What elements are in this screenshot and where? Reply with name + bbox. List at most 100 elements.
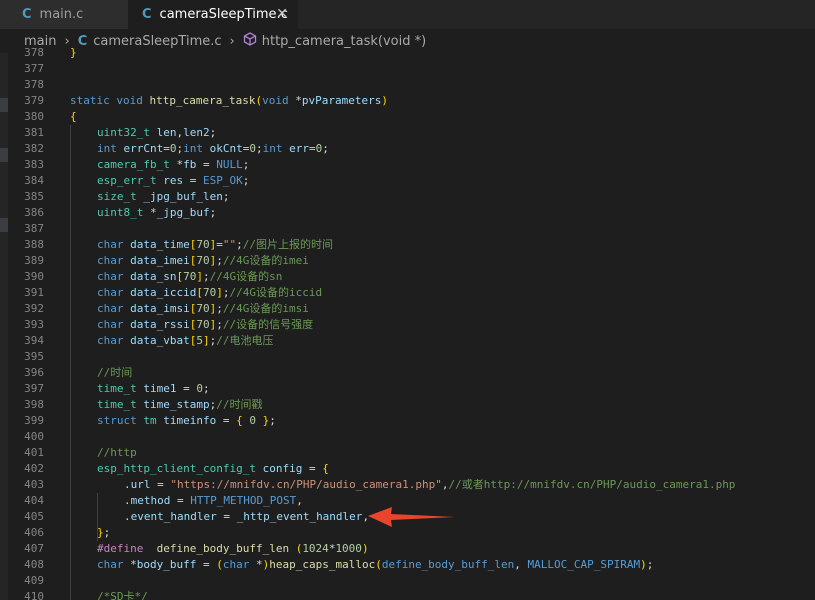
code-line[interactable]: 387: [8, 221, 815, 237]
strip-marker: [0, 218, 8, 232]
code-text: time_t time_stamp;//时间戳: [97, 397, 262, 413]
code-token: {: [70, 110, 77, 123]
code-token: okCnt: [209, 142, 243, 155]
code-line[interactable]: 408 char *body_buff = (char *)heap_caps_m…: [8, 557, 815, 573]
code-line[interactable]: 409: [8, 573, 815, 589]
code-line[interactable]: 377: [8, 61, 815, 77]
code-line[interactable]: 391 char data_iccid[70];//4G设备的iccid: [8, 285, 815, 301]
code-token: define_body_buff_len: [381, 558, 515, 571]
code-line[interactable]: 410 /*SD卡*/: [8, 589, 815, 600]
code-line[interactable]: 402 esp_http_client_config_t config = {: [8, 461, 815, 477]
line-number: 389: [24, 254, 44, 267]
line-number: 381: [24, 126, 44, 139]
code-line[interactable]: 378}: [8, 45, 815, 61]
code-token: ]: [196, 270, 203, 283]
code-token: .: [124, 510, 131, 523]
code-token: http_camera_task: [149, 94, 256, 107]
code-token: 70: [196, 254, 210, 267]
code-line[interactable]: 388 char data_time[70]="";//图片上报的时间: [8, 237, 815, 253]
code-line[interactable]: 407 #define define_body_buff_len (1024*10…: [8, 541, 815, 557]
code-line[interactable]: 390 char data_sn[70];//4G设备的sn: [8, 269, 815, 285]
code-line[interactable]: 398 time_t time_stamp;//时间戳: [8, 397, 815, 413]
line-number: 390: [24, 270, 44, 283]
line-number: 383: [24, 158, 44, 171]
code-text: time_t time1 = 0;: [97, 381, 210, 397]
indent-guide: [97, 493, 98, 541]
code-token: *: [249, 558, 263, 571]
code-token: size_t: [97, 190, 137, 203]
code-line[interactable]: 403 .url = "https://mnifdv.cn/PHP/audio_c…: [8, 477, 815, 493]
code-line[interactable]: 399 struct tm timeinfo = { 0 };: [8, 413, 815, 429]
code-token: =: [150, 478, 171, 491]
code-text: char data_imsi[70];//4G设备的imsi: [97, 301, 309, 317]
code-line[interactable]: 405 .event_handler = _http_event_handler,: [8, 509, 815, 525]
code-token: 1000: [335, 542, 362, 555]
code-line[interactable]: 392 char data_imsi[70];//4G设备的imsi: [8, 301, 815, 317]
code-line[interactable]: 385 size_t _jpg_buf_len;: [8, 189, 815, 205]
code-token: void: [116, 94, 143, 107]
code-token: HTTP_METHOD_POST: [190, 494, 297, 507]
code-token: //http: [97, 446, 137, 459]
code-line[interactable]: 382 int errCnt=0;int okCnt=0;int err=0;: [8, 141, 815, 157]
code-token: //时间: [97, 366, 133, 379]
code-token: data_imei: [130, 254, 190, 267]
code-token: char: [97, 286, 124, 299]
code-token: {: [322, 462, 329, 475]
line-number: 399: [24, 414, 44, 427]
code-token: //4G设备的sn: [209, 270, 283, 283]
code-token: data_imsi: [130, 302, 190, 315]
code-token: void: [262, 94, 289, 107]
code-line[interactable]: 379 static void http_camera_task(void *pv…: [8, 93, 815, 109]
code-token: char: [97, 558, 124, 571]
code-token: ): [361, 542, 369, 555]
tab-bar: C main.c C cameraSleepTime.c ✕: [0, 0, 815, 29]
code-token: =: [163, 142, 170, 155]
code-token: ]: [216, 286, 223, 299]
code-token: ]: [202, 334, 210, 347]
code-token: *: [288, 94, 302, 107]
tab-camera-sleep-time-c[interactable]: C cameraSleepTime.c ✕: [128, 0, 298, 29]
code-line[interactable]: 394 char data_vbat[5];//电池电压: [8, 333, 815, 349]
code-line[interactable]: 389 char data_imei[70];//4G设备的imei: [8, 253, 815, 269]
code-token: ;: [209, 206, 217, 219]
code-token: event_handler: [130, 510, 217, 523]
code-editor[interactable]: 378} 377 378 379 static void http_camera_tas…: [8, 45, 815, 600]
code-token: (: [375, 558, 382, 571]
code-token: data_rssi: [130, 318, 190, 331]
code-text: camera_fb_t *fb = NULL;: [97, 157, 249, 173]
tab-main-c[interactable]: C main.c: [0, 0, 128, 29]
code-line[interactable]: 393 char data_rssi[70];//设备的信号强度: [8, 317, 815, 333]
code-token: _jpg_buf_len: [143, 190, 223, 203]
code-token: int: [97, 142, 117, 155]
code-line[interactable]: 383 camera_fb_t *fb = NULL;: [8, 157, 815, 173]
code-line[interactable]: 401 //http: [8, 445, 815, 461]
code-line[interactable]: 381 uint32_t len,len2;: [8, 125, 815, 141]
line-number: 380: [24, 110, 44, 123]
code-line[interactable]: 378: [8, 77, 815, 93]
code-token: /*SD卡*/: [97, 590, 148, 600]
code-token: int: [183, 142, 203, 155]
line-number: 407: [24, 542, 44, 555]
line-number: 404: [24, 494, 44, 507]
code-line[interactable]: 386 uint8_t *_jpg_buf;: [8, 205, 815, 221]
code-line[interactable]: 397 time_t time1 = 0;: [8, 381, 815, 397]
strip-marker: [0, 98, 8, 112]
code-token: #define: [97, 542, 144, 555]
close-icon[interactable]: ✕: [276, 6, 288, 22]
code-line[interactable]: 395: [8, 349, 815, 365]
code-line[interactable]: 396 //时间: [8, 365, 815, 381]
code-line[interactable]: 380 {: [8, 109, 815, 125]
code-line[interactable]: 404 .method = HTTP_METHOD_POST,: [8, 493, 815, 509]
code-line[interactable]: 400: [8, 429, 815, 445]
code-token: 70: [196, 238, 210, 251]
indent-guide: [70, 125, 71, 600]
code-token: int: [262, 142, 283, 155]
code-line[interactable]: 406};: [8, 525, 815, 541]
code-line[interactable]: 384 esp_err_t res = ESP_OK;: [8, 173, 815, 189]
code-token: *: [123, 558, 137, 571]
line-number: 402: [24, 462, 44, 475]
tab-label: main.c: [39, 7, 84, 22]
line-number: 397: [24, 382, 44, 395]
